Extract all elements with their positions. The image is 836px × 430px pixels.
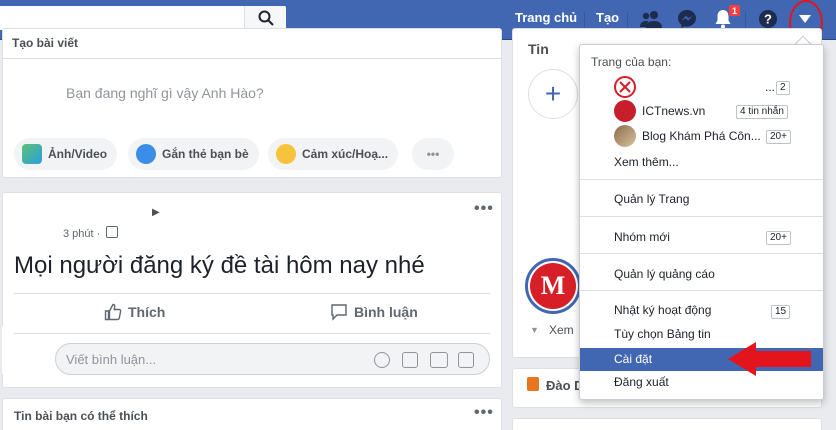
see-more-stories[interactable]: Xem: [549, 323, 574, 337]
comment-input[interactable]: Viết bình luận...: [55, 343, 490, 375]
more-options-button[interactable]: •••: [412, 138, 454, 170]
manage-pages-item[interactable]: Quản lý Trang: [614, 192, 689, 206]
post-content-text: Mọi người đăng ký đề tài hôm nay nhé: [14, 252, 425, 279]
page-badge-ictnews: 4 tin nhắn: [736, 105, 788, 119]
logout-item[interactable]: Đăng xuất: [614, 375, 669, 389]
comment-placeholder: Viết bình luận...: [66, 352, 157, 367]
notification-count-badge: 1: [728, 4, 742, 17]
gift-icon: [527, 377, 539, 391]
menu-divider: [580, 216, 823, 217]
nav-create-link[interactable]: Tạo: [596, 10, 619, 25]
page-avatar-icon: [614, 76, 636, 98]
suggested-menu-button[interactable]: •••: [474, 404, 494, 422]
post-composer-input[interactable]: Bạn đang nghĩ gì vậy Anh Hào?: [66, 85, 264, 101]
page-badge-blog: 20+: [766, 130, 791, 144]
nav-divider: [627, 12, 628, 28]
comment-bubble-icon: [331, 304, 347, 321]
photo-video-button[interactable]: Ảnh/Video: [14, 138, 118, 170]
birthday-label: Đào D: [546, 378, 584, 393]
tag-friends-icon: [136, 144, 156, 164]
stories-title: Tin: [528, 41, 549, 57]
new-groups-badge: 20+: [766, 231, 791, 245]
tag-friends-button[interactable]: Gắn thẻ bạn bè: [128, 138, 259, 170]
page-badge-1: 2: [776, 81, 790, 95]
blog-avatar-icon: [614, 125, 636, 147]
ictnews-avatar-icon: [614, 100, 636, 122]
plus-icon: +: [544, 78, 562, 109]
search-button[interactable]: [244, 6, 286, 30]
menu-divider: [580, 179, 823, 180]
story-avatar[interactable]: M: [525, 258, 581, 314]
feeling-activity-label: Cảm xúc/Hoạ...: [302, 147, 389, 161]
emoji-picker-icon[interactable]: [374, 352, 390, 368]
photo-icon: [22, 144, 42, 164]
chevron-down-icon: ▼: [530, 325, 539, 335]
manage-ads-item[interactable]: Quản lý quảng cáo: [614, 267, 715, 281]
page-link-ictnews[interactable]: ICTnews.vn: [642, 104, 705, 118]
like-button[interactable]: Thích: [104, 303, 165, 321]
page-link-1[interactable]: ...: [765, 80, 775, 94]
menu-divider: [580, 290, 823, 291]
your-pages-heading: Trang của bạn:: [591, 55, 672, 69]
red-annotation-arrow-icon: [728, 342, 811, 376]
settings-item[interactable]: Cài đặt: [614, 352, 652, 366]
nav-divider: [745, 12, 746, 28]
more-options-label: •••: [426, 147, 440, 161]
photo-video-label: Ảnh/Video: [48, 147, 108, 161]
add-story-button[interactable]: +: [528, 69, 578, 119]
nav-home-link[interactable]: Trang chủ: [515, 10, 577, 25]
suggested-posts-title: Tin bài bạn có thể thích: [14, 409, 148, 423]
page-link-blog[interactable]: Blog Khám Phá Côn...: [642, 129, 761, 143]
feeling-activity-button[interactable]: Cảm xúc/Hoạ...: [268, 138, 399, 170]
menu-divider: [580, 253, 823, 254]
search-icon: [258, 10, 274, 26]
nav-divider: [584, 12, 585, 28]
camera-icon[interactable]: [402, 352, 418, 368]
thumbs-up-icon: [104, 303, 122, 321]
privacy-icon: [106, 226, 118, 238]
caret-right-icon: ▶: [152, 207, 160, 218]
sticker-icon[interactable]: [458, 352, 474, 368]
like-label: Thích: [128, 304, 166, 320]
divider: [14, 293, 490, 294]
news-feed-preferences-item[interactable]: Tùy chọn Bảng tin: [614, 327, 711, 341]
comment-label: Bình luận: [354, 304, 418, 320]
story-logo-icon: M: [530, 263, 576, 309]
svg-text:?: ?: [764, 12, 772, 27]
right-card-bottom: [512, 418, 822, 430]
comment-button[interactable]: Bình luận: [330, 303, 418, 321]
tag-friends-label: Gắn thẻ bạn bè: [162, 147, 249, 161]
gif-icon[interactable]: [430, 352, 448, 368]
activity-log-item[interactable]: Nhật ký hoạt động: [614, 303, 711, 317]
divider: [14, 333, 490, 334]
divider: [3, 58, 501, 59]
new-groups-item[interactable]: Nhóm mới: [614, 230, 670, 244]
emoji-icon: [276, 144, 296, 164]
post-timestamp[interactable]: 3 phút ·: [63, 228, 100, 240]
see-more-pages-link[interactable]: Xem thêm...: [614, 155, 679, 169]
activity-log-badge: 15: [771, 305, 791, 319]
post-menu-button[interactable]: •••: [474, 200, 494, 218]
create-post-title: Tạo bài viết: [12, 36, 79, 50]
